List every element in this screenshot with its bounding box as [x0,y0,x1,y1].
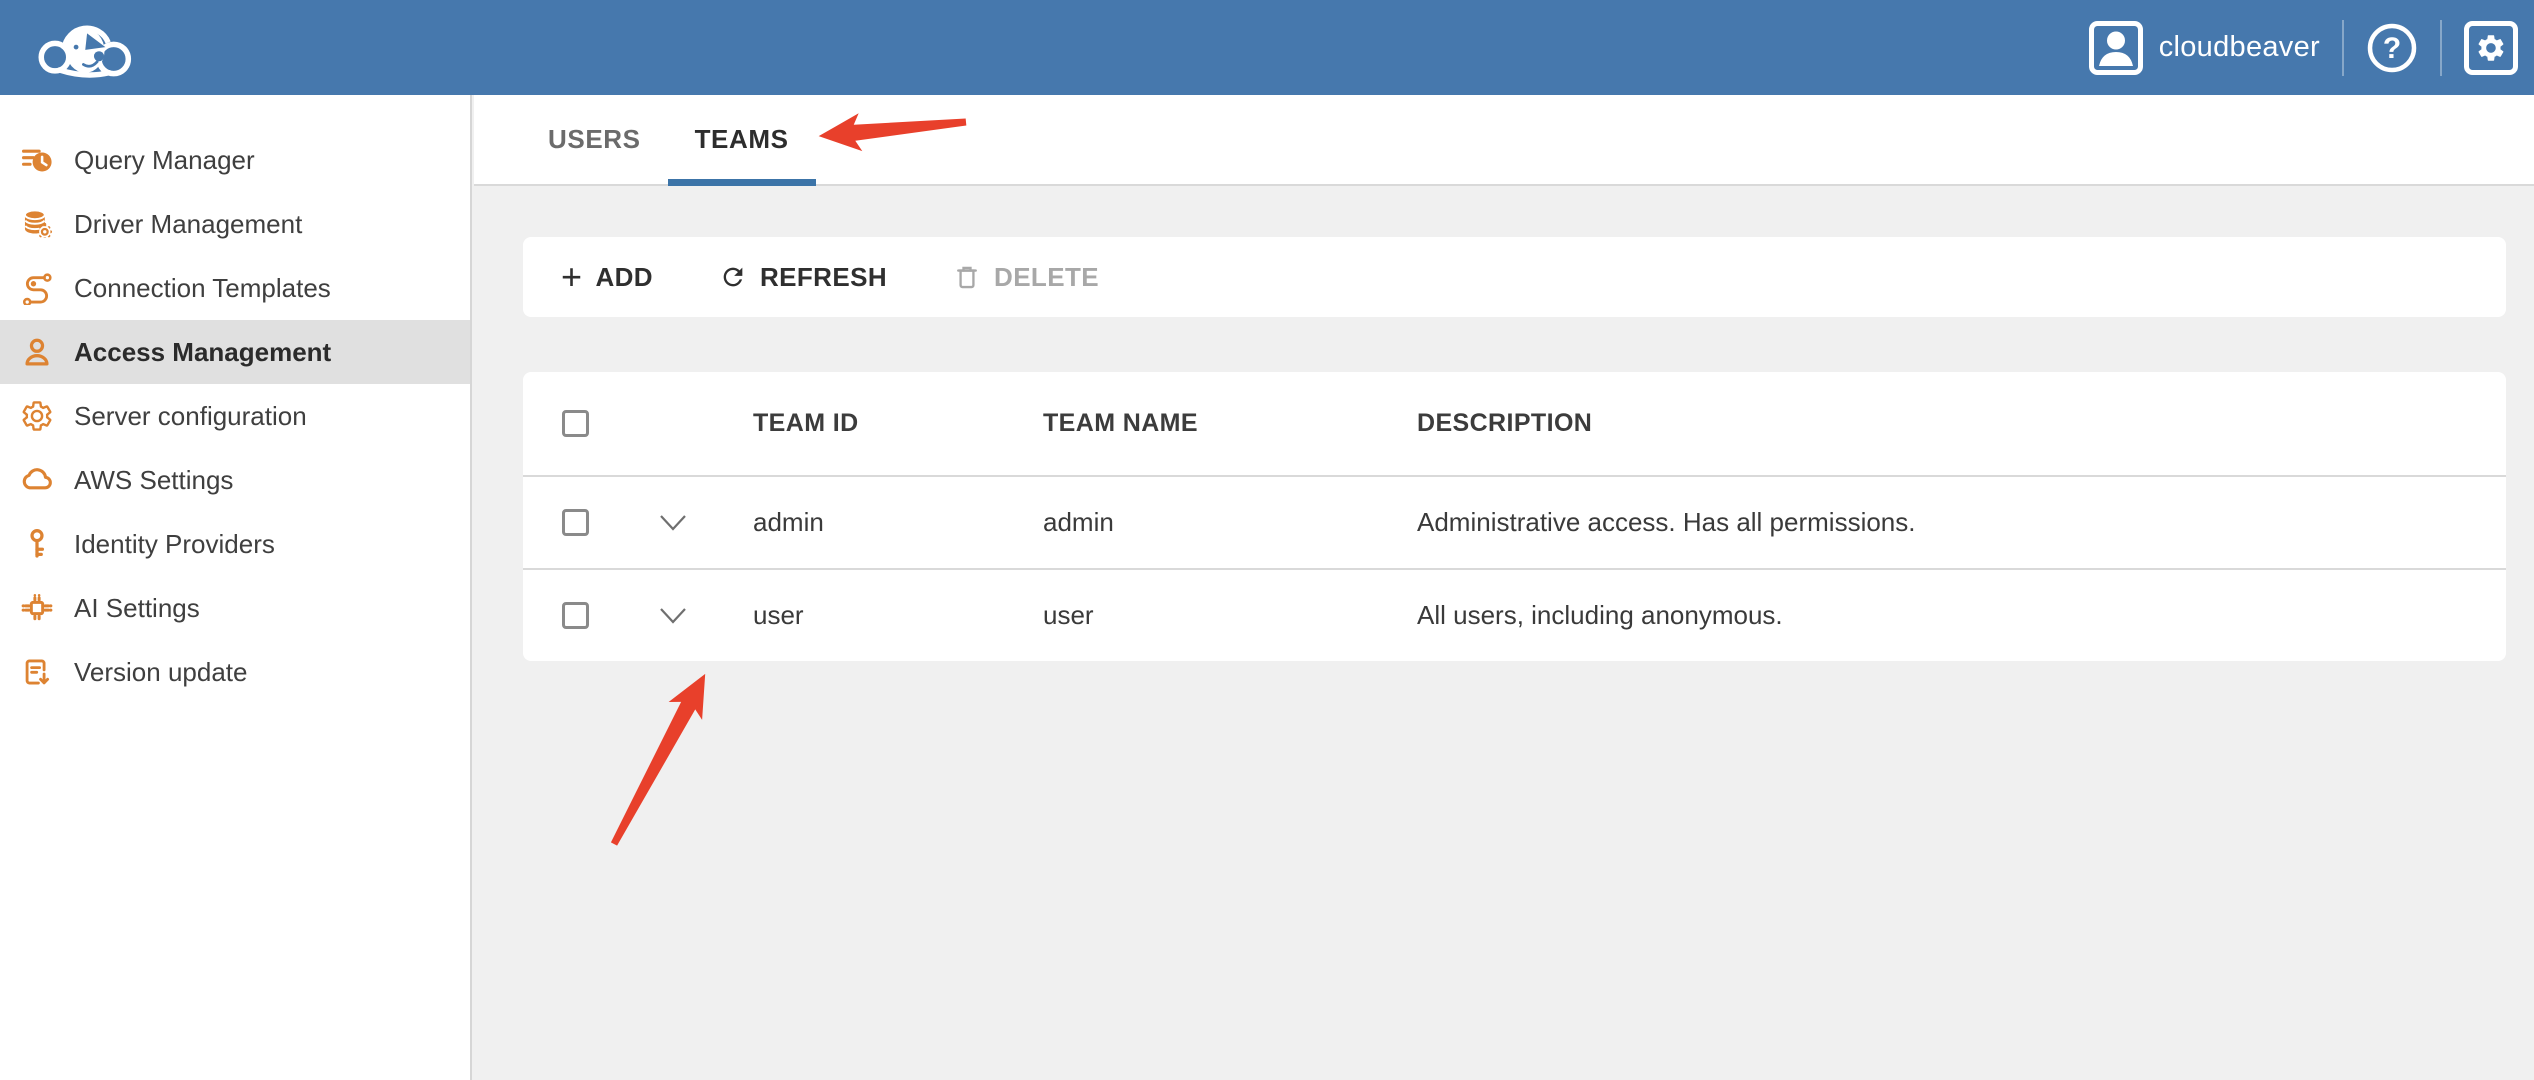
table-header-row: TEAM ID TEAM NAME DESCRIPTION [523,372,2506,477]
user-menu[interactable]: cloudbeaver [2089,21,2320,75]
driver-management-icon [20,207,54,241]
aws-settings-icon [20,463,54,497]
column-header-team-id: TEAM ID [725,409,1015,438]
refresh-button[interactable]: REFRESH [719,262,887,293]
sidebar-item-version-update[interactable]: Version update [0,640,470,704]
sidebar-item-label: Version update [74,657,247,688]
plus-icon: + [561,263,582,291]
refresh-button-label: REFRESH [760,262,887,293]
sidebar-item-label: Server configuration [74,401,307,432]
sidebar-item-aws-settings[interactable]: AWS Settings [0,448,470,512]
chevron-down-icon[interactable] [658,514,725,532]
active-tab-underline [668,179,816,186]
divider [2342,20,2344,76]
connection-templates-icon [20,271,54,305]
user-name-label: cloudbeaver [2159,31,2320,64]
cloudbeaver-logo [33,9,143,87]
sidebar-item-connection-templates[interactable]: Connection Templates [0,256,470,320]
delete-button[interactable]: DELETE [953,262,1099,293]
settings-gear-icon[interactable] [2464,21,2518,75]
delete-button-label: DELETE [994,262,1099,293]
cell-team-name: admin [1015,507,1389,538]
sidebar-item-server-configuration[interactable]: Server configuration [0,384,470,448]
cell-description: Administrative access. Has all permissio… [1389,507,2506,538]
top-app-bar: cloudbeaver ? [0,0,2534,95]
help-icon[interactable]: ? [2366,22,2418,74]
admin-sidebar: Query Manager Driver Management [0,95,472,1080]
column-header-description: DESCRIPTION [1389,409,2506,438]
refresh-icon [719,263,747,291]
table-row-user[interactable]: user user All users, including anonymous… [523,568,2506,661]
sidebar-item-label: Query Manager [74,145,255,176]
sidebar-item-label: AI Settings [74,593,200,624]
svg-text:?: ? [2383,32,2401,65]
add-button[interactable]: + ADD [561,262,653,293]
select-all-checkbox[interactable] [562,410,589,437]
tab-teams-label: TEAMS [695,124,789,155]
sidebar-item-label: Identity Providers [74,529,275,560]
sidebar-item-ai-settings[interactable]: AI Settings [0,576,470,640]
sidebar-item-query-manager[interactable]: Query Manager [0,128,470,192]
tab-teams[interactable]: TEAMS [668,95,816,184]
row-checkbox[interactable] [562,509,589,536]
cell-team-id: user [725,600,1015,631]
version-update-icon [20,655,54,689]
sidebar-item-label: AWS Settings [74,465,233,496]
user-avatar-icon [2089,21,2143,75]
cell-team-id: admin [725,507,1015,538]
sidebar-item-access-management[interactable]: Access Management [0,320,470,384]
teams-toolbar: + ADD REFRESH DELETE [523,237,2506,317]
sidebar-item-driver-management[interactable]: Driver Management [0,192,470,256]
tab-users-label: USERS [548,124,641,155]
sidebar-item-label: Connection Templates [74,273,331,304]
sidebar-item-identity-providers[interactable]: Identity Providers [0,512,470,576]
identity-providers-icon [20,527,54,561]
tab-users[interactable]: USERS [521,95,668,184]
main-content: USERS TEAMS + ADD REFRESH [474,95,2534,1080]
ai-settings-icon [20,591,54,625]
add-button-label: ADD [595,262,653,293]
column-header-team-name: TEAM NAME [1015,409,1389,438]
sidebar-item-label: Access Management [74,337,331,368]
trash-icon [953,263,981,291]
divider [2440,20,2442,76]
row-checkbox[interactable] [562,602,589,629]
sidebar-item-label: Driver Management [74,209,302,240]
teams-table: TEAM ID TEAM NAME DESCRIPTION admin admi… [523,372,2506,661]
access-management-icon [20,335,54,369]
cell-team-name: user [1015,600,1389,631]
cloudbeaver-logo-icon [33,9,143,87]
cell-description: All users, including anonymous. [1389,600,2506,631]
chevron-down-icon[interactable] [658,607,725,625]
server-configuration-icon [20,399,54,433]
query-manager-icon [20,143,54,177]
access-management-tabs: USERS TEAMS [474,95,2534,186]
table-row-admin[interactable]: admin admin Administrative access. Has a… [523,477,2506,568]
